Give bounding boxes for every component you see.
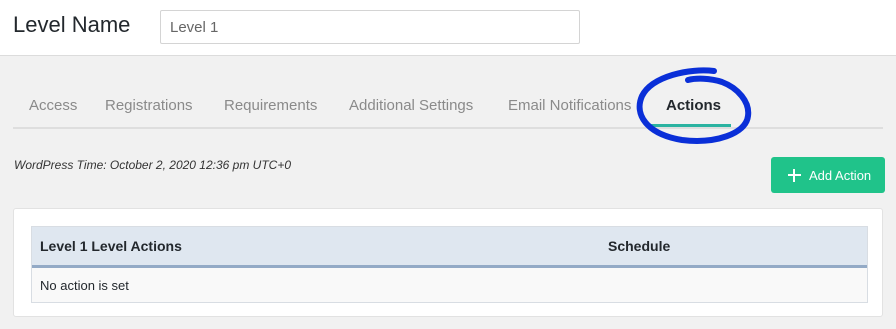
add-action-button[interactable]: Add Action	[771, 157, 885, 193]
level-name-label: Level Name	[13, 12, 131, 37]
level-header: Level Name	[0, 0, 896, 56]
tab-requirements[interactable]: Requirements	[224, 97, 317, 114]
tab-access[interactable]: Access	[29, 97, 77, 114]
actions-table: Level 1 Level Actions Schedule No action…	[31, 226, 868, 303]
empty-message: No action is set	[40, 278, 129, 293]
table-row: No action is set	[32, 268, 867, 302]
tab-additional-settings[interactable]: Additional Settings	[349, 97, 473, 114]
actions-panel: Level 1 Level Actions Schedule No action…	[13, 208, 883, 317]
column-header-schedule: Schedule	[608, 238, 671, 254]
active-tab-indicator	[651, 124, 731, 127]
settings-tabs: Access Registrations Requirements Additi…	[13, 87, 883, 129]
add-action-label: Add Action	[809, 167, 872, 183]
column-header-actions: Level 1 Level Actions	[40, 238, 182, 254]
table-header: Level 1 Level Actions Schedule	[32, 227, 867, 268]
tab-email-notifications[interactable]: Email Notifications	[508, 97, 631, 114]
level-name-input[interactable]	[160, 10, 580, 44]
plus-icon	[788, 168, 801, 182]
tab-registrations[interactable]: Registrations	[105, 97, 193, 114]
wordpress-time: WordPress Time: October 2, 2020 12:36 pm…	[14, 158, 292, 172]
tab-actions[interactable]: Actions	[666, 97, 721, 114]
